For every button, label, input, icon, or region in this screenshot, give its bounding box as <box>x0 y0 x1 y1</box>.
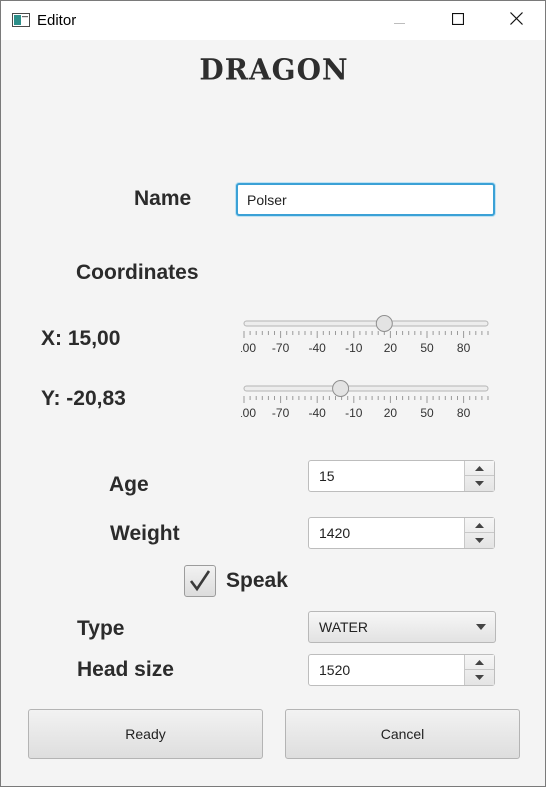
minimize-icon <box>394 12 406 30</box>
y-slider[interactable]: -100 -70 -40 -10 20 50 80 <box>241 378 491 420</box>
weight-increment-button[interactable] <box>465 518 494 533</box>
x-slider-tick-label: 50 <box>420 341 434 355</box>
coordinates-label: Coordinates <box>76 261 199 284</box>
type-dropdown[interactable]: WATER <box>308 611 496 643</box>
x-slider-tick-label: -70 <box>272 341 290 355</box>
name-input[interactable]: Polser <box>236 183 495 216</box>
head-size-value[interactable]: 1520 <box>319 655 350 685</box>
maximize-icon <box>451 12 465 30</box>
app-icon <box>12 13 30 27</box>
chevron-down-icon <box>476 624 486 630</box>
y-slider-tick-label: -100 <box>241 406 256 420</box>
age-value[interactable]: 15 <box>319 461 335 491</box>
x-slider-track[interactable]: -100 -70 -40 -10 20 50 80 <box>241 313 491 357</box>
arrow-up-icon <box>475 522 484 528</box>
type-label: Type <box>77 617 125 640</box>
editor-window: Editor DRAGON Name Polser Coordinates X:… <box>0 0 546 787</box>
head-size-spinner-arrows <box>464 655 494 685</box>
maximize-button[interactable] <box>435 1 481 40</box>
x-slider-tick-label: -40 <box>309 341 327 355</box>
y-slider-tick-label: 20 <box>384 406 398 420</box>
y-slider-thumb[interactable] <box>332 380 350 397</box>
x-slider[interactable]: -100 -70 -40 -10 20 50 80 <box>241 313 491 355</box>
age-increment-button[interactable] <box>465 461 494 476</box>
head-size-label: Head size <box>77 658 174 681</box>
window-title: Editor <box>37 12 77 29</box>
head-size-increment-button[interactable] <box>465 655 494 670</box>
type-selected-value[interactable]: WATER <box>319 612 368 642</box>
age-decrement-button[interactable] <box>465 476 494 491</box>
y-slider-track[interactable]: -100 -70 -40 -10 20 50 80 <box>241 378 491 422</box>
head-size-decrement-button[interactable] <box>465 670 494 685</box>
x-slider-tick-label: 80 <box>457 341 471 355</box>
weight-decrement-button[interactable] <box>465 533 494 548</box>
weight-value[interactable]: 1420 <box>319 518 350 548</box>
checkmark-icon <box>189 570 211 592</box>
weight-spinner-arrows <box>464 518 494 548</box>
y-slider-track-bar <box>243 385 489 392</box>
page-heading: DRAGON <box>199 52 349 87</box>
speak-checkbox[interactable] <box>184 565 216 597</box>
arrow-down-icon <box>475 675 484 680</box>
y-value-label: Y: -20,83 <box>41 387 126 410</box>
speak-label[interactable]: Speak <box>226 569 288 593</box>
ready-button[interactable]: Ready <box>28 709 263 759</box>
y-slider-tick-label: 80 <box>457 406 471 420</box>
arrow-up-icon <box>475 659 484 665</box>
head-size-spinner[interactable]: 1520 <box>308 654 495 686</box>
close-icon <box>509 11 523 30</box>
cancel-button[interactable]: Cancel <box>285 709 520 759</box>
close-button[interactable] <box>493 1 539 40</box>
title-bar[interactable]: Editor <box>1 1 545 40</box>
y-slider-tick-label: -70 <box>272 406 290 420</box>
age-spinner[interactable]: 15 <box>308 460 495 492</box>
y-slider-tick-label: -10 <box>345 406 363 420</box>
arrow-down-icon <box>475 481 484 486</box>
x-slider-track-bar <box>243 320 489 327</box>
weight-label: Weight <box>110 522 180 545</box>
x-slider-tick-label: -100 <box>241 341 256 355</box>
minimize-button[interactable] <box>377 1 423 40</box>
age-spinner-arrows <box>464 461 494 491</box>
arrow-up-icon <box>475 465 484 471</box>
age-label: Age <box>109 473 149 496</box>
arrow-down-icon <box>475 538 484 543</box>
y-slider-tick-label: 50 <box>420 406 434 420</box>
weight-spinner[interactable]: 1420 <box>308 517 495 549</box>
x-value-label: X: 15,00 <box>41 327 121 350</box>
x-slider-tick-label: 20 <box>384 341 398 355</box>
x-slider-thumb[interactable] <box>375 315 393 332</box>
x-slider-tick-label: -10 <box>345 341 363 355</box>
name-label: Name <box>134 187 192 210</box>
y-slider-tick-label: -40 <box>309 406 327 420</box>
